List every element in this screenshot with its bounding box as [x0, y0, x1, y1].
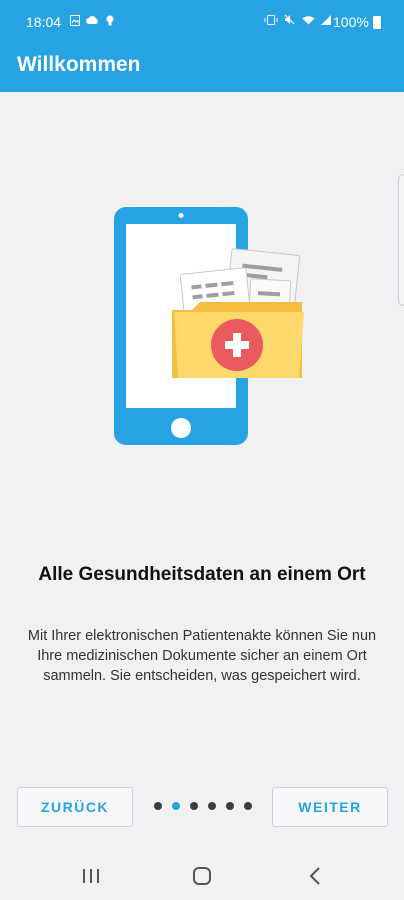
- status-bar: 18:04 100%: [0, 0, 404, 44]
- cloud-icon: [86, 16, 99, 24]
- page-dot: [190, 802, 198, 810]
- battery-percent: 100%: [333, 14, 369, 30]
- page-dot: [226, 802, 234, 810]
- medical-folder-phone-icon: [114, 207, 304, 445]
- page-dot: [154, 802, 162, 810]
- wifi-icon: [302, 16, 315, 25]
- status-time: 18:04: [26, 14, 62, 30]
- page-dot-active: [172, 802, 180, 810]
- system-nav-bar: [0, 852, 404, 900]
- recent-apps-icon[interactable]: [76, 864, 106, 888]
- back-button[interactable]: ZURÜCK: [17, 787, 133, 827]
- next-button[interactable]: WEITER: [272, 787, 388, 827]
- home-icon[interactable]: [187, 864, 217, 888]
- onboarding-headline: Alle Gesundheitsdaten an einem Ort: [38, 564, 366, 585]
- mute-icon: [284, 14, 295, 25]
- battery-icon: [373, 16, 381, 29]
- vibrate-icon: [264, 15, 278, 25]
- app-bar: Willkommen: [0, 44, 404, 92]
- onboarding-description: Mit Ihrer elektronischen Patientenakte k…: [27, 628, 377, 684]
- status-system-icons: [264, 14, 332, 28]
- edge-panel-handle[interactable]: [398, 174, 404, 306]
- bulb-icon: [106, 15, 114, 26]
- page-dot: [244, 802, 252, 810]
- page-title: Willkommen: [17, 53, 141, 76]
- signal-icon: [321, 15, 332, 25]
- photo-icon: [70, 15, 80, 26]
- back-icon[interactable]: [300, 864, 330, 888]
- status-notification-icons: [70, 14, 114, 28]
- page-dot: [208, 802, 216, 810]
